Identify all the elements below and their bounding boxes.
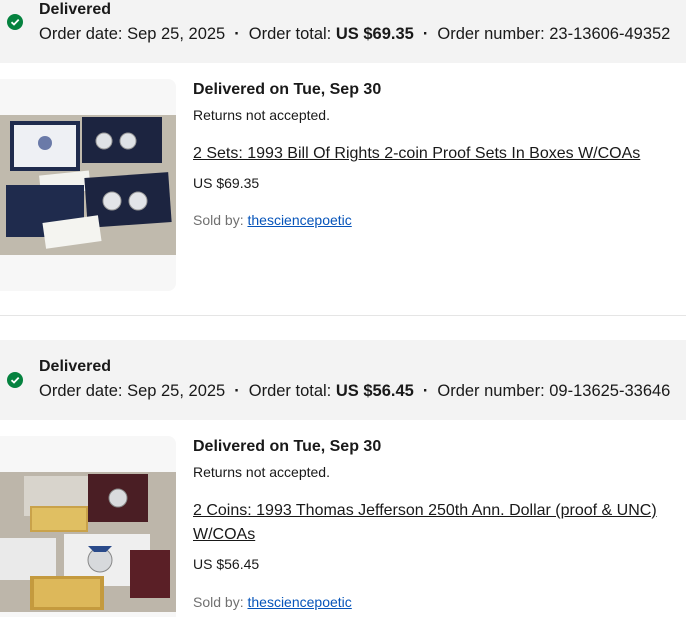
order-number: 23-13606-49352	[549, 25, 671, 43]
sold-by-label: Sold by:	[193, 594, 244, 610]
item-thumbnail[interactable]	[0, 79, 176, 291]
order-number-label: Order number:	[437, 382, 545, 400]
separator-dot: ·	[234, 25, 240, 43]
order-number: 09-13625-33646	[549, 382, 671, 400]
item-price: US $56.45	[193, 556, 260, 572]
order-date-label: Order date:	[39, 382, 123, 400]
item-title-link[interactable]: 2 Coins: 1993 Thomas Jefferson 250th Ann…	[193, 499, 683, 547]
order-total-label: Order total:	[248, 382, 332, 400]
seller-link[interactable]: thesciencepoetic	[247, 594, 351, 610]
seller-info: Sold by: thesciencepoetic	[193, 594, 352, 610]
jefferson-dollar-photo-icon	[0, 472, 176, 612]
check-circle-icon	[7, 372, 23, 388]
item-title-link[interactable]: 2 Sets: 1993 Bill Of Rights 2-coin Proof…	[193, 142, 683, 166]
seller-link[interactable]: thesciencepoetic	[247, 212, 351, 228]
order-status: Delivered	[39, 358, 112, 375]
order-date: Sep 25, 2025	[127, 382, 226, 400]
coin-proof-sets-photo-icon	[0, 115, 176, 255]
seller-info: Sold by: thesciencepoetic	[193, 212, 352, 228]
order-date-label: Order date:	[39, 25, 123, 43]
order-total: US $56.45	[335, 382, 414, 400]
order-header: Delivered Order date: Sep 25, 2025 · Order…	[0, 0, 686, 63]
order-header: Delivered Order date: Sep 25, 2025 · Order…	[0, 340, 686, 420]
check-circle-icon	[7, 14, 23, 30]
separator-dot: ·	[422, 25, 429, 43]
order-date: Sep 25, 2025	[127, 25, 226, 43]
order-number-label: Order number:	[437, 25, 545, 43]
returns-policy: Returns not accepted.	[193, 107, 330, 123]
order-total: US $69.35	[335, 25, 414, 43]
order-status: Delivered	[39, 1, 112, 18]
item-thumbnail[interactable]	[0, 436, 176, 617]
sold-by-label: Sold by:	[193, 212, 244, 228]
separator-dot: ·	[234, 382, 240, 400]
delivery-date: Delivered on Tue, Sep 30	[193, 438, 382, 455]
item-price: US $69.35	[193, 175, 260, 191]
separator-dot: ·	[422, 382, 429, 400]
order-total-label: Order total:	[248, 25, 332, 43]
delivery-date: Delivered on Tue, Sep 30	[193, 81, 382, 98]
order-meta: Order date: Sep 25, 2025 · Order total: US…	[39, 25, 670, 44]
returns-policy: Returns not accepted.	[193, 464, 330, 480]
order-meta: Order date: Sep 25, 2025 · Order total: US…	[39, 382, 670, 401]
order-divider	[0, 315, 686, 316]
